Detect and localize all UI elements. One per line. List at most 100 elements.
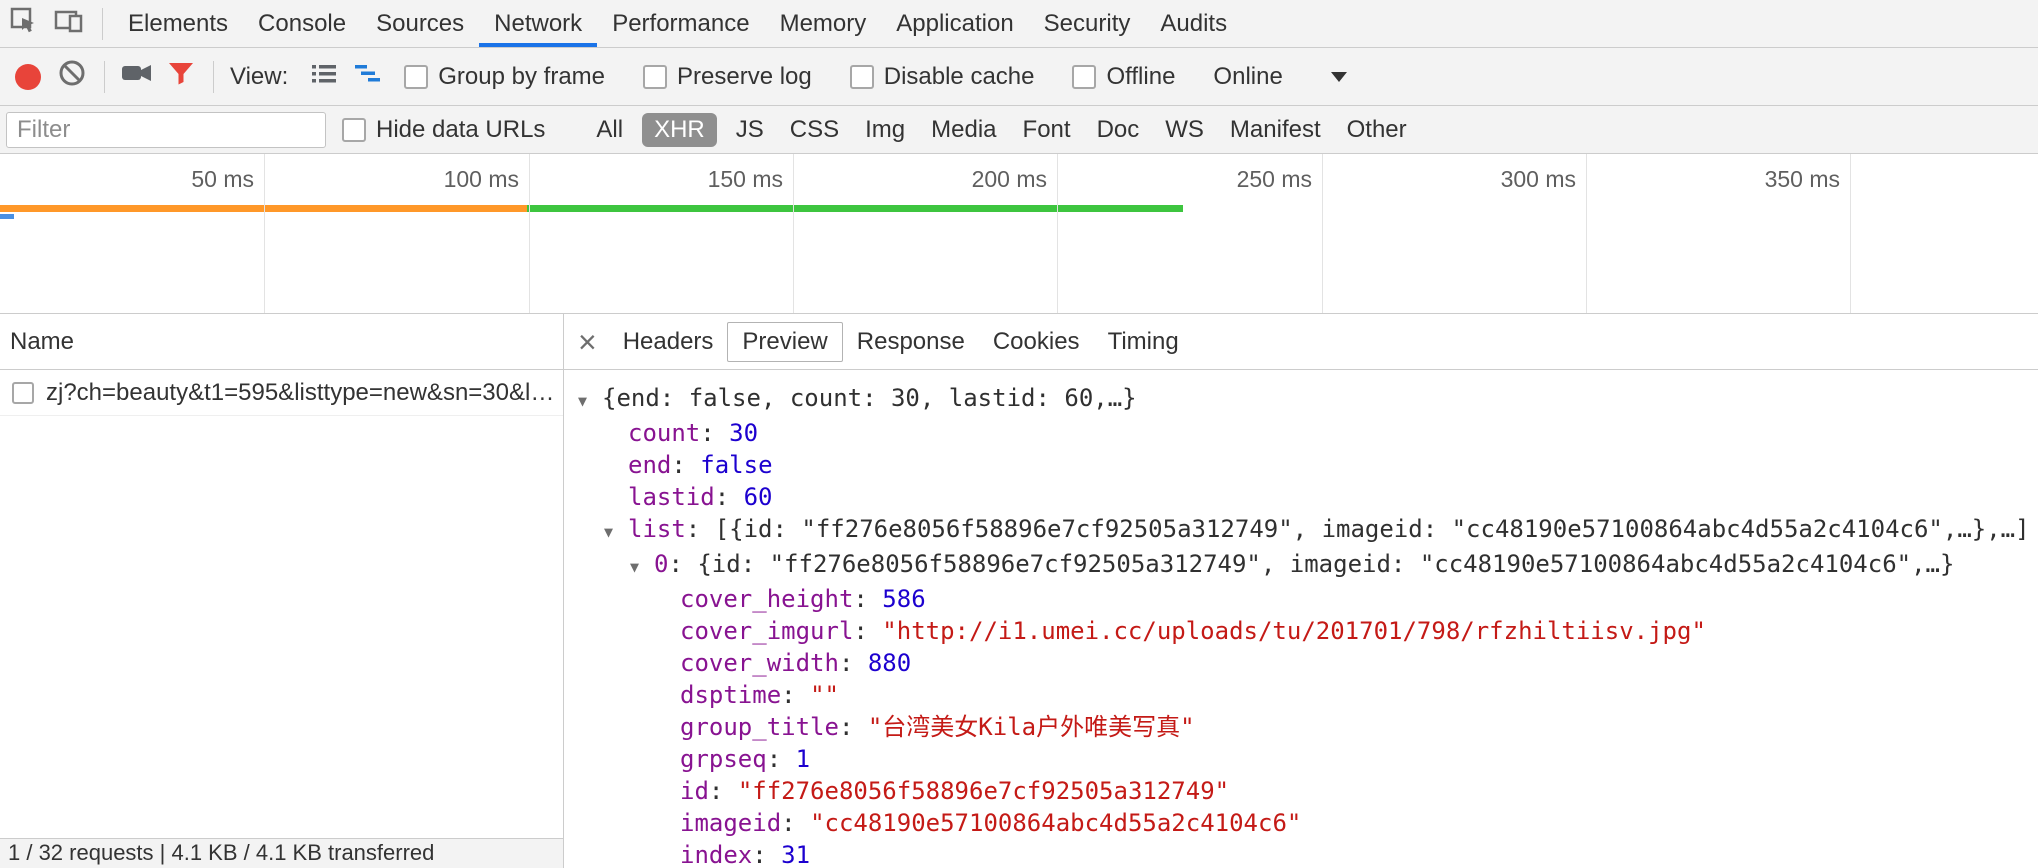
filter-type-xhr[interactable]: XHR	[642, 113, 717, 147]
tab-audits[interactable]: Audits	[1145, 0, 1242, 47]
tree-token-key: cover_height	[680, 585, 853, 613]
filter-type-manifest[interactable]: Manifest	[1230, 116, 1321, 144]
filter-type-img[interactable]: Img	[865, 116, 905, 144]
timeline-label: 150 ms	[633, 166, 783, 193]
waterfall-icon	[352, 57, 384, 96]
tree-token-plain: :	[671, 451, 700, 479]
hide-data-urls-group[interactable]: Hide data URLs	[342, 116, 545, 144]
request-row[interactable]: zj?ch=beauty&t1=595&listtype=new&sn=30&l…	[0, 370, 563, 416]
tree-token-key: cover_imgurl	[680, 617, 853, 645]
tree-row[interactable]: end: false	[564, 449, 2038, 481]
detail-tab-response[interactable]: Response	[843, 328, 979, 356]
tab-sources[interactable]: Sources	[361, 0, 479, 47]
tree-row[interactable]: ▼0: {id: "ff276e8056f58896e7cf92505a3127…	[564, 548, 2038, 583]
main-toolbar: ElementsConsoleSourcesNetworkPerformance…	[0, 0, 2038, 48]
network-toolbar: View: Group by framePreserve logDisable …	[0, 48, 2038, 106]
expander-triangle-icon[interactable]: ▼	[604, 516, 628, 548]
checkbox-disable-cache[interactable]	[850, 65, 874, 89]
filter-type-css[interactable]: CSS	[790, 116, 839, 144]
small-request-rows-button[interactable]	[302, 53, 346, 101]
tree-token-plain: :	[853, 585, 882, 613]
tree-token-plain: :	[700, 419, 729, 447]
tree-row[interactable]: grpseq: 1	[564, 743, 2038, 775]
checkbox-label-preserve-log: Preserve log	[677, 63, 812, 91]
tree-row[interactable]: index: 31	[564, 839, 2038, 868]
tab-memory[interactable]: Memory	[765, 0, 882, 47]
filter-type-media[interactable]: Media	[931, 116, 996, 144]
tab-performance[interactable]: Performance	[597, 0, 764, 47]
checkbox-group-group-by-frame[interactable]: Group by frame	[404, 63, 605, 91]
capture-screenshots-button[interactable]	[115, 53, 159, 101]
tree-row[interactable]: group_title: "台湾美女Kila户外唯美写真"	[564, 711, 2038, 743]
tree-row[interactable]: lastid: 60	[564, 481, 2038, 513]
checkbox-preserve-log[interactable]	[643, 65, 667, 89]
throttling-select[interactable]: Online	[1213, 63, 1346, 91]
tab-network[interactable]: Network	[479, 0, 597, 47]
detail-tab-headers[interactable]: Headers	[609, 328, 728, 356]
record-button[interactable]	[6, 53, 50, 101]
filter-toolbar: Hide data URLs All XHR JS CSS Img Media Font Do…	[0, 106, 2038, 154]
inspect-element-button[interactable]	[0, 0, 46, 47]
toolbar-checkbox-group: Group by frame Preserve log Disable cache O…	[404, 63, 1213, 91]
detail-tabbar: × HeadersPreviewResponseCookiesTiming	[564, 314, 2038, 370]
hide-data-urls-checkbox[interactable]	[342, 118, 366, 142]
checkbox-label-disable-cache: Disable cache	[884, 63, 1035, 91]
main-tab-strip: ElementsConsoleSourcesNetworkPerformance…	[113, 0, 1242, 47]
checkbox-group-by-frame[interactable]	[404, 65, 428, 89]
clear-button[interactable]	[50, 53, 94, 101]
tree-token-key: id	[680, 777, 709, 805]
detail-tab-preview[interactable]: Preview	[727, 322, 842, 362]
close-icon[interactable]: ×	[578, 326, 597, 358]
timeline-gridline	[1322, 154, 1323, 313]
checkbox-group-preserve-log[interactable]: Preserve log	[643, 63, 812, 91]
tree-token-plain: : [{id: "ff276e8056f58896e7cf92505a31274…	[686, 515, 2030, 543]
request-details-panel: × HeadersPreviewResponseCookiesTiming ▼{…	[564, 314, 2038, 868]
device-toolbar-icon	[53, 4, 85, 43]
tree-row[interactable]: imageid: "cc48190e57100864abc4d55a2c4104…	[564, 807, 2038, 839]
filter-button[interactable]	[159, 53, 203, 101]
checkbox-group-offline[interactable]: Offline	[1072, 63, 1175, 91]
detail-tab-timing[interactable]: Timing	[1094, 328, 1193, 356]
tab-application[interactable]: Application	[881, 0, 1028, 47]
tree-token-key: count	[628, 419, 700, 447]
tree-token-key: group_title	[680, 713, 839, 741]
filter-type-ws[interactable]: WS	[1165, 116, 1204, 144]
toolbar-divider	[213, 61, 214, 93]
detail-tab-cookies[interactable]: Cookies	[979, 328, 1094, 356]
filter-type-strip: All XHR JS CSS Img Media Font Doc WS Manifest Othe…	[583, 113, 1419, 147]
request-row-checkbox[interactable]	[12, 382, 34, 404]
tree-token-plain: :	[715, 483, 744, 511]
show-overview-button[interactable]	[346, 53, 390, 101]
filter-type-doc[interactable]: Doc	[1097, 116, 1140, 144]
tree-row[interactable]: dsptime: ""	[564, 679, 2038, 711]
filter-type-other[interactable]: Other	[1347, 116, 1407, 144]
tree-row[interactable]: id: "ff276e8056f58896e7cf92505a312749"	[564, 775, 2038, 807]
tab-elements[interactable]: Elements	[113, 0, 243, 47]
timeline-overview[interactable]: 50 ms100 ms150 ms200 ms250 ms300 ms350 m…	[0, 154, 2038, 314]
tree-row[interactable]: cover_width: 880	[564, 647, 2038, 679]
list-rows-icon	[308, 57, 340, 96]
tree-token-key: imageid	[680, 809, 781, 837]
tree-token-num: 31	[781, 841, 810, 868]
tree-row[interactable]: cover_height: 586	[564, 583, 2038, 615]
filter-type-js[interactable]: JS	[736, 116, 764, 144]
filter-type-all[interactable]: All	[596, 116, 623, 144]
tree-row[interactable]: cover_imgurl: "http://i1.umei.cc/uploads…	[564, 615, 2038, 647]
tree-token-plain: :	[839, 713, 868, 741]
tree-row[interactable]: count: 30	[564, 417, 2038, 449]
tree-row[interactable]: ▼{end: false, count: 30, lastid: 60,…}	[564, 382, 2038, 417]
toggle-device-toolbar-button[interactable]	[46, 0, 92, 47]
tree-token-num: 1	[796, 745, 810, 773]
tab-console[interactable]: Console	[243, 0, 361, 47]
tree-row[interactable]: ▼list: [{id: "ff276e8056f58896e7cf92505a…	[564, 513, 2038, 548]
expander-triangle-icon[interactable]: ▼	[578, 385, 602, 417]
checkbox-group-disable-cache[interactable]: Disable cache	[850, 63, 1035, 91]
tree-token-plain: :	[839, 649, 868, 677]
tree-token-plain: :	[709, 777, 738, 805]
name-column-header[interactable]: Name	[0, 314, 563, 370]
expander-triangle-icon[interactable]: ▼	[630, 551, 654, 583]
checkbox-offline[interactable]	[1072, 65, 1096, 89]
filter-type-font[interactable]: Font	[1023, 116, 1071, 144]
filter-input[interactable]	[6, 112, 326, 148]
tab-security[interactable]: Security	[1029, 0, 1146, 47]
